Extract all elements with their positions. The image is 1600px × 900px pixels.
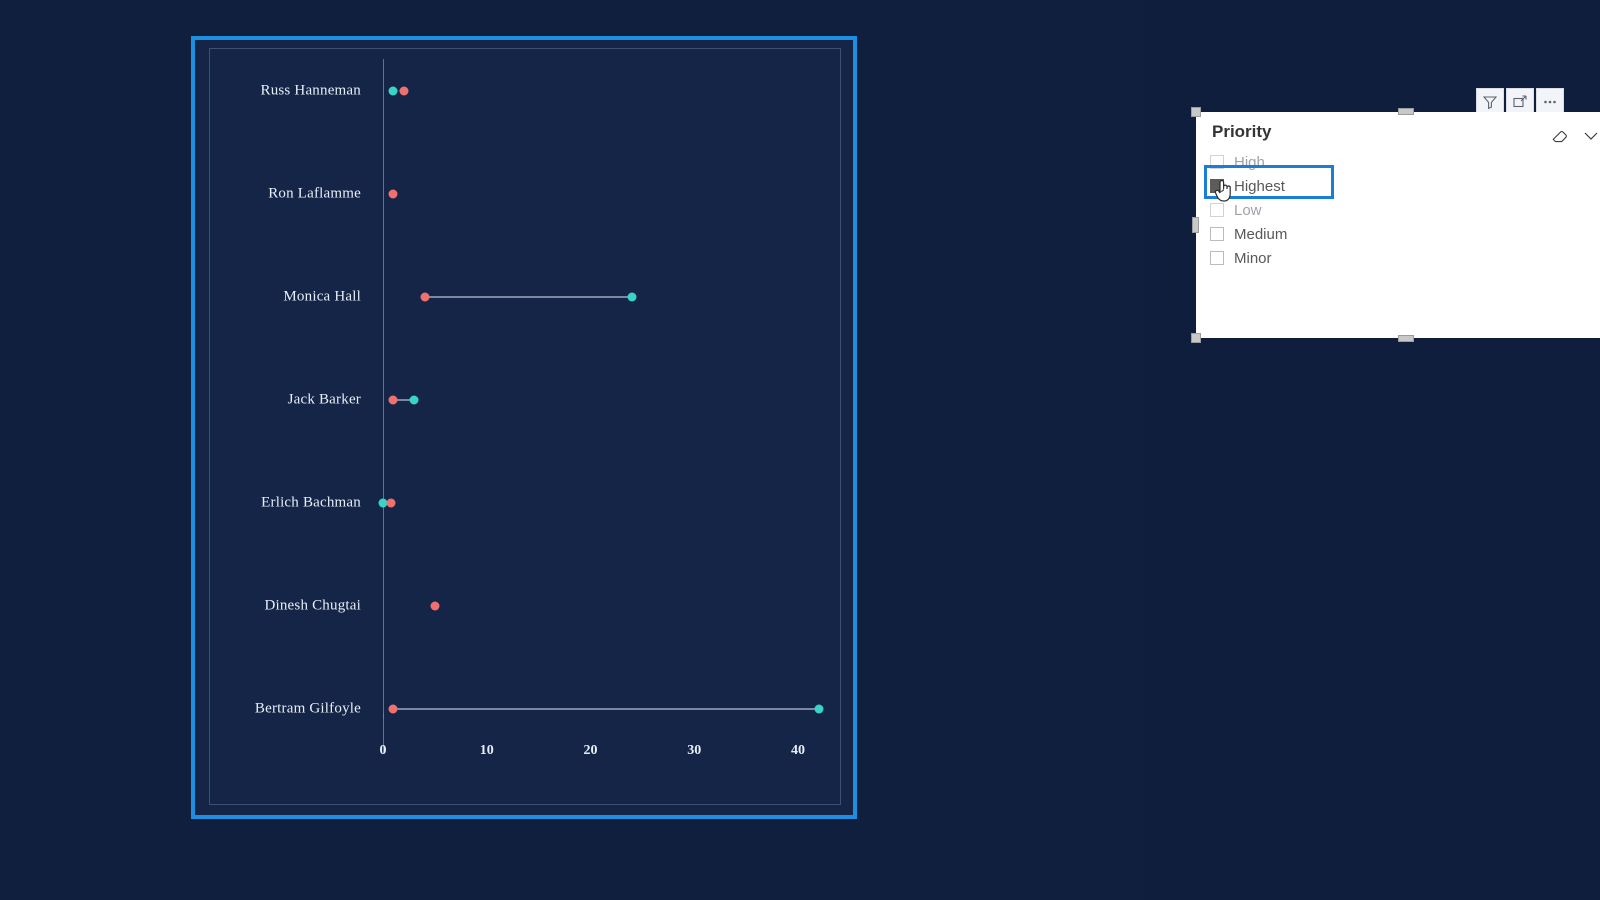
data-point-start[interactable] <box>388 395 398 405</box>
checkbox-minor[interactable] <box>1210 251 1224 265</box>
slicer-item-minor[interactable]: Minor <box>1210 246 1600 270</box>
connector-line <box>424 296 632 298</box>
slicer-item-label: High <box>1234 153 1265 171</box>
resize-handle-top-center[interactable] <box>1398 108 1414 115</box>
slicer-item-low[interactable]: Low <box>1210 198 1600 222</box>
x-axis-tick-label: 20 <box>583 743 598 758</box>
x-axis-tick-label: 10 <box>479 743 494 758</box>
chart-plot-area[interactable]: Russ Hanneman Ron Laflamme Monica Hall Jack… <box>210 49 840 804</box>
slicer-item-medium[interactable]: Medium <box>1210 222 1600 246</box>
resize-handle-middle-left[interactable] <box>1192 217 1199 233</box>
slicer-item-label: Medium <box>1234 225 1288 243</box>
chevron-down-icon[interactable] <box>1582 128 1600 144</box>
data-point-start[interactable] <box>386 498 396 508</box>
connector-line <box>393 708 819 710</box>
slicer-item-highest[interactable]: Highest <box>1210 174 1600 198</box>
slicer-item-label: Highest <box>1234 177 1285 195</box>
data-point-end[interactable] <box>627 292 637 302</box>
x-axis-tick-label: 0 <box>379 743 387 758</box>
data-point-start[interactable] <box>388 189 398 199</box>
slicer-item-label: Minor <box>1234 249 1272 267</box>
category-label: Monica Hall <box>283 288 361 305</box>
category-label: Russ Hanneman <box>260 82 361 99</box>
checkbox-highest[interactable] <box>1210 179 1224 193</box>
resize-handle-bottom-center[interactable] <box>1398 335 1414 342</box>
y-axis-line <box>383 59 384 753</box>
category-label: Erlich Bachman <box>261 494 361 511</box>
slicer-item-list[interactable]: High Highest Low Medium Minor <box>1210 150 1600 270</box>
x-axis-tick-label: 40 <box>791 743 805 758</box>
data-point-start[interactable] <box>388 704 398 714</box>
checkbox-high[interactable] <box>1210 155 1224 169</box>
category-label: Ron Laflamme <box>268 185 361 202</box>
dumbbell-chart-visual[interactable]: Russ Hanneman Ron Laflamme Monica Hall Jack… <box>191 36 857 819</box>
category-label: Bertram Gilfoyle <box>254 700 361 717</box>
x-axis-tick-label: 30 <box>687 743 702 758</box>
category-label: Jack Barker <box>287 391 361 408</box>
priority-slicer-visual[interactable]: Priority High Highest Low Medium Minor <box>1191 107 1600 343</box>
x-tick-mark <box>383 713 384 719</box>
data-point-end[interactable] <box>409 395 419 405</box>
data-point-start[interactable] <box>399 86 409 96</box>
resize-handle-bottom-left[interactable] <box>1191 333 1201 343</box>
chart-plot-frame: Russ Hanneman Ron Laflamme Monica Hall Jack… <box>209 48 841 805</box>
checkbox-low[interactable] <box>1210 203 1224 217</box>
slicer-item-high[interactable]: High <box>1210 150 1600 174</box>
data-point-end[interactable] <box>388 86 398 96</box>
category-label: Dinesh Chugtai <box>264 597 361 614</box>
data-point-start[interactable] <box>420 292 429 302</box>
resize-handle-top-left[interactable] <box>1191 107 1201 117</box>
slicer-title: Priority <box>1212 122 1272 141</box>
data-point-start[interactable] <box>430 601 440 611</box>
data-point-end[interactable] <box>814 704 824 714</box>
slicer-item-label: Low <box>1234 201 1262 219</box>
checkbox-medium[interactable] <box>1210 227 1224 241</box>
eraser-icon[interactable] <box>1550 126 1570 146</box>
